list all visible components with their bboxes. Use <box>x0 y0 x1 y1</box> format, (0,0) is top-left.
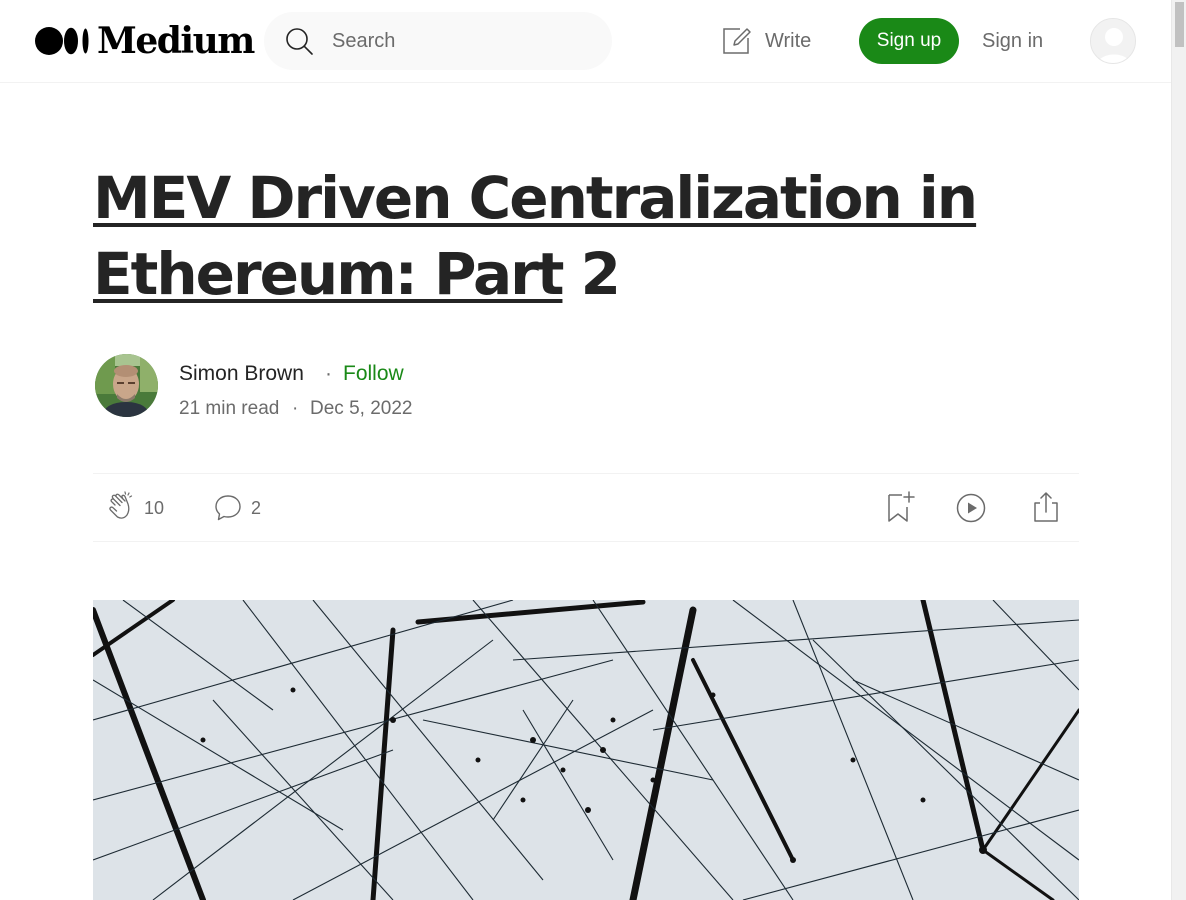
write-button[interactable]: Write <box>720 22 811 60</box>
article-title-link[interactable]: MEV Driven Centralization in Ethereum: P… <box>93 164 978 308</box>
meta-separator: · <box>292 398 299 419</box>
default-avatar-graphic <box>1091 19 1135 63</box>
network-photo <box>93 600 1079 900</box>
article-title: MEV Driven Centralization in Ethereum: P… <box>93 160 1053 312</box>
play-icon[interactable] <box>955 492 987 524</box>
article-title-rest: 2 <box>562 240 621 308</box>
user-avatar-icon[interactable] <box>1090 18 1136 64</box>
write-icon <box>723 28 751 54</box>
author-photo <box>95 354 158 417</box>
article-action-bar: 10 2 <box>93 473 1079 542</box>
sign-up-button[interactable]: Sign up <box>859 18 959 64</box>
clap-icon[interactable] <box>106 491 138 523</box>
clap-count[interactable]: 10 <box>144 496 164 520</box>
scrollbar-thumb[interactable] <box>1175 2 1184 47</box>
response-icon[interactable] <box>214 494 242 522</box>
vertical-scrollbar[interactable] <box>1171 0 1186 900</box>
hero-image <box>93 600 1079 900</box>
author-separator: · <box>325 362 332 385</box>
author-avatar[interactable] <box>95 354 158 417</box>
write-label: Write <box>765 29 812 52</box>
sign-in-link[interactable]: Sign in <box>982 22 1043 60</box>
medium-logo[interactable]: Medium <box>35 20 255 62</box>
search-input[interactable] <box>332 12 592 70</box>
logo-text: Medium <box>97 20 255 62</box>
medium-logo-mark-icon <box>35 27 89 55</box>
search-box[interactable] <box>264 12 612 70</box>
follow-button[interactable]: Follow <box>343 360 404 388</box>
publish-date: Dec 5, 2022 <box>310 398 413 419</box>
response-count[interactable]: 2 <box>251 496 261 520</box>
search-icon <box>286 28 313 55</box>
bookmark-add-icon[interactable] <box>885 490 915 524</box>
top-navigation: Medium Write Sign up Sign in <box>0 0 1171 83</box>
author-name[interactable]: Simon Brown <box>179 360 304 388</box>
read-time: 21 min read <box>179 398 280 419</box>
share-icon[interactable] <box>1031 490 1061 524</box>
